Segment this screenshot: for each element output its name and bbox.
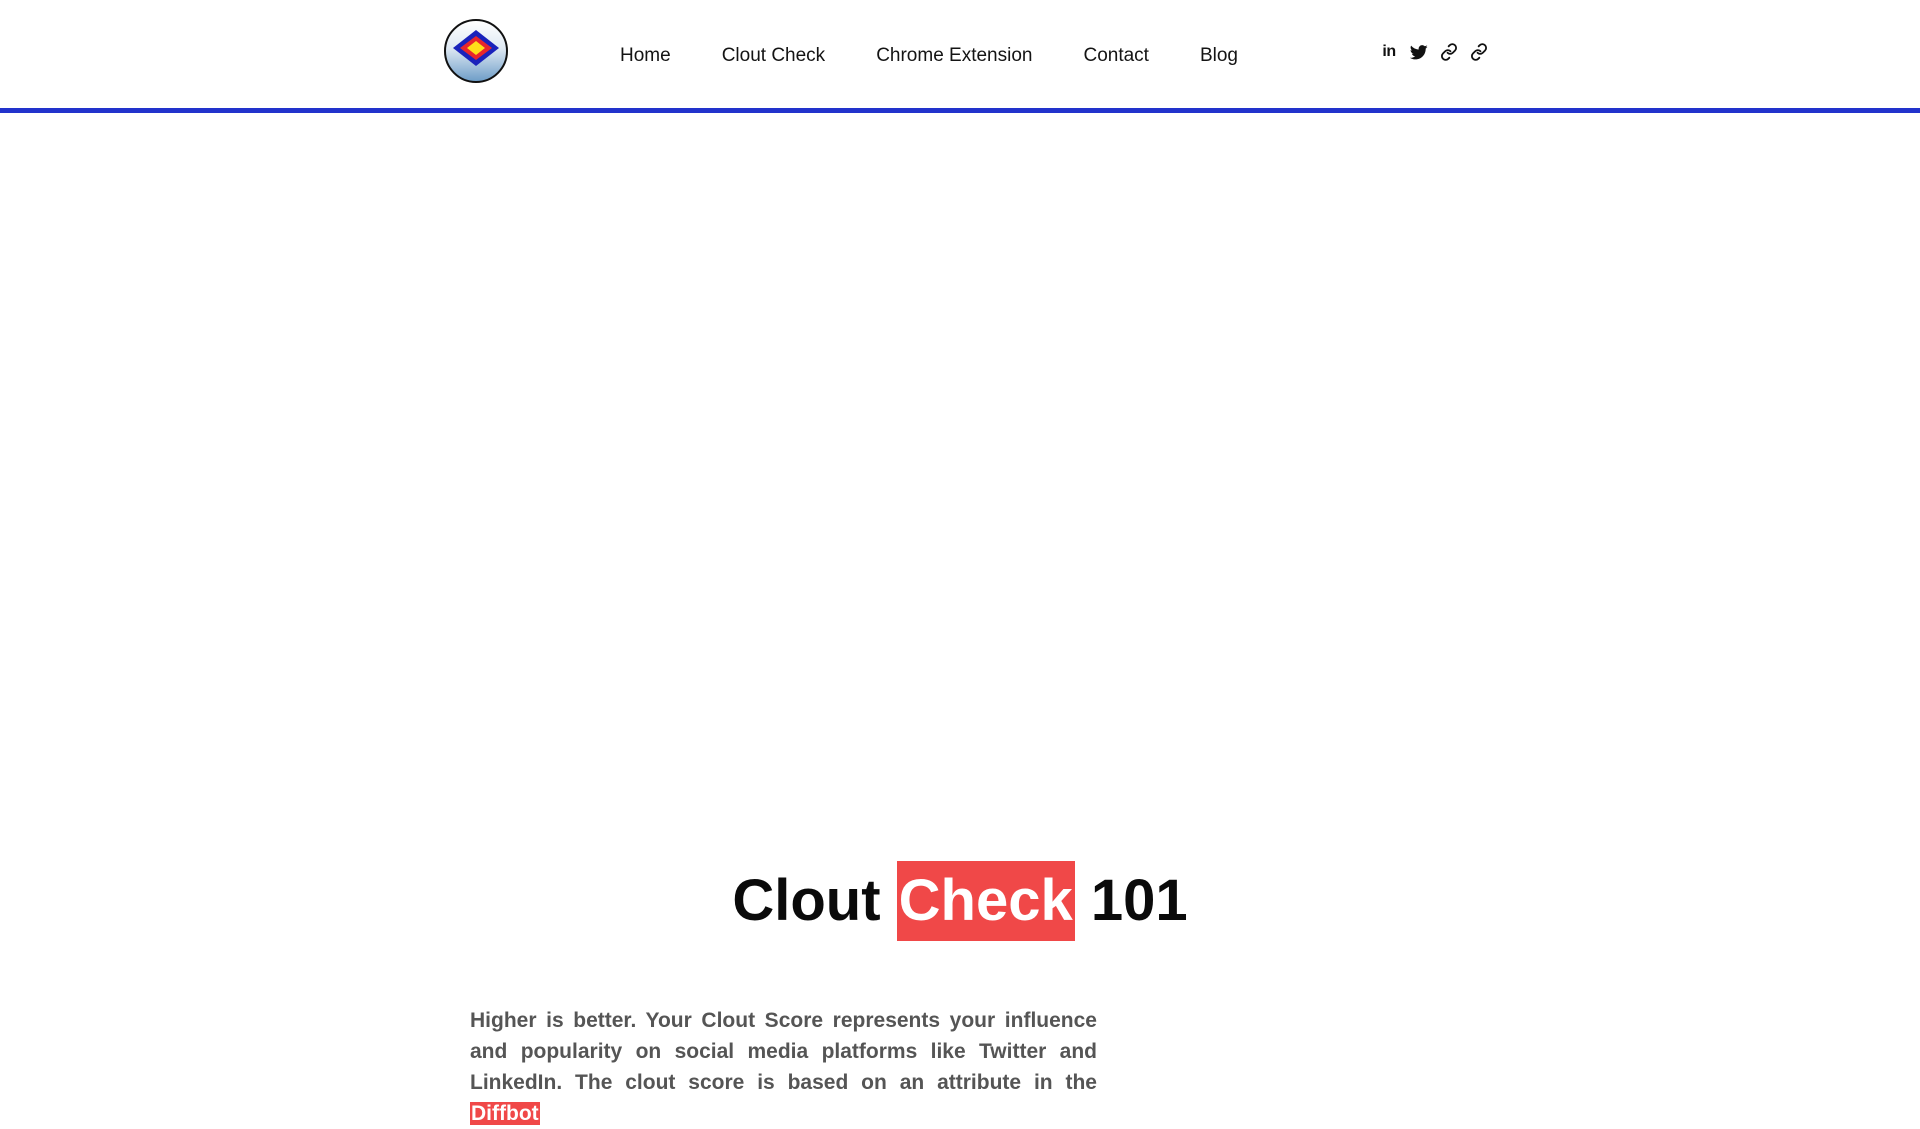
nav-home[interactable]: Home [620,45,671,67]
nav-contact[interactable]: Contact [1083,45,1148,67]
intro-paragraph-text: Higher is better. Your Clout Score repre… [470,1009,1097,1094]
intro-paragraph: Higher is better. Your Clout Score repre… [470,1005,1097,1129]
site-logo[interactable] [444,19,508,83]
twitter-icon[interactable] [1408,41,1430,63]
link-icon[interactable] [1468,41,1490,63]
title-highlight: Check [896,861,1075,941]
hero-media-area [0,113,1920,853]
nav-blog[interactable]: Blog [1200,45,1238,67]
main-nav: Home Clout Check Chrome Extension Contac… [620,41,1238,71]
site-header: Home Clout Check Chrome Extension Contac… [0,0,1920,108]
link-icon[interactable] [1438,41,1460,63]
nav-clout-check[interactable]: Clout Check [722,45,826,67]
nav-chrome-extension[interactable]: Chrome Extension [876,45,1032,67]
logo-diamond-icon [453,30,499,66]
social-links: in [1378,41,1490,63]
title-part-2: 101 [1090,868,1188,933]
linkedin-icon[interactable]: in [1378,41,1400,63]
diffbot-link[interactable]: Diffbot [470,1102,540,1125]
title-part-1: Clout [732,868,881,933]
page-title: Clout Check 101 [0,861,1920,941]
